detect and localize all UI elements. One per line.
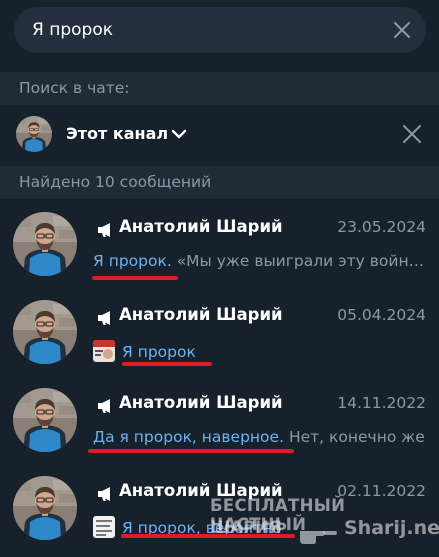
search-result-item[interactable]: Анатолий Шарий 02.11.2022 Я пророк, веро… xyxy=(0,466,439,554)
chat-filter-row[interactable]: Этот канал xyxy=(0,106,439,162)
section-label-found-count: Найдено 10 сообщений xyxy=(0,166,439,199)
result-date: 05.04.2024 xyxy=(337,306,426,324)
result-date: 02.11.2022 xyxy=(337,482,426,500)
megaphone-icon xyxy=(98,399,110,413)
megaphone-icon xyxy=(98,311,110,325)
avatar xyxy=(13,476,77,540)
media-thumbnail xyxy=(93,516,115,538)
red-underline-annotation xyxy=(122,362,212,366)
search-result-item[interactable]: Анатолий Шарий 23.05.2024 Я пророк. «Мы … xyxy=(0,202,439,290)
close-icon[interactable] xyxy=(392,20,412,40)
result-channel-name: Анатолий Шарий xyxy=(119,305,283,324)
search-input[interactable]: Я пророк xyxy=(32,20,113,40)
result-date: 23.05.2024 xyxy=(337,218,426,236)
result-channel-name: Анатолий Шарий xyxy=(119,393,283,412)
section-label-search-in-chat: Поиск в чате: xyxy=(0,72,439,105)
chat-filter-label[interactable]: Этот канал xyxy=(66,106,168,162)
red-underline-annotation xyxy=(88,449,294,453)
red-underline-annotation xyxy=(121,534,295,538)
avatar xyxy=(16,116,52,152)
avatar xyxy=(13,300,77,364)
result-snippet: Я пророк xyxy=(93,340,426,362)
result-snippet-text: «Мы уже выиграли эту войну» xyxy=(171,252,426,270)
search-result-item[interactable]: Анатолий Шарий 14.11.2022 Да я пророк, н… xyxy=(0,378,439,466)
result-channel-name: Анатолий Шарий xyxy=(119,217,283,236)
avatar xyxy=(13,212,77,276)
result-snippet-highlight: Я пророк xyxy=(122,343,196,361)
result-snippet: Да я пророк, наверное. Нет, конечно же xyxy=(93,428,426,446)
result-date: 14.11.2022 xyxy=(337,394,426,412)
search-result-item[interactable]: Анатолий Шарий 05.04.2024 Я пророк xyxy=(0,290,439,378)
result-snippet-text: Нет, конечно же xyxy=(284,428,425,446)
red-underline-annotation xyxy=(92,276,178,280)
result-channel-name: Анатолий Шарий xyxy=(119,481,283,500)
close-icon[interactable] xyxy=(401,123,423,145)
result-snippet-highlight: Да я пророк, наверное. xyxy=(93,428,285,446)
avatar xyxy=(13,388,77,452)
result-snippet-highlight: Я пророк. xyxy=(93,252,172,270)
result-snippet: Я пророк. «Мы уже выиграли эту войну» xyxy=(93,252,426,270)
search-bar[interactable]: Я пророк xyxy=(14,7,426,53)
megaphone-icon xyxy=(98,487,110,501)
chevron-down-icon[interactable] xyxy=(171,128,187,140)
megaphone-icon xyxy=(98,223,110,237)
media-thumbnail xyxy=(93,340,115,362)
